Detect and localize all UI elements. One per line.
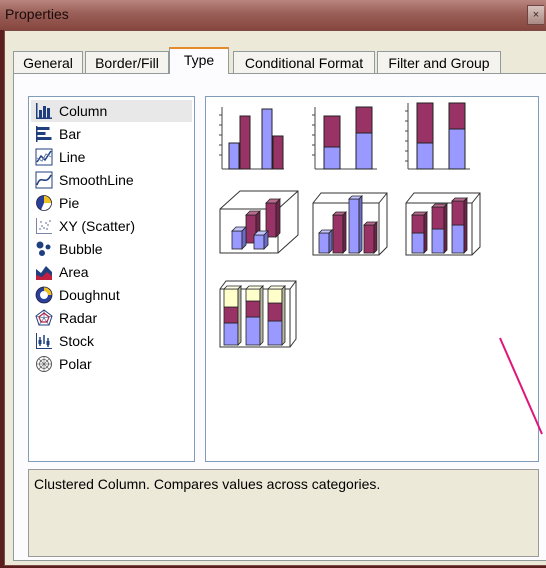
window-title: Properties [5,6,69,22]
radar-chart-icon [35,309,53,326]
smoothline-chart-icon [35,171,53,189]
stacked-column-3d-icon[interactable] [402,185,486,259]
tab-border-fill[interactable]: Border/Fill [85,51,169,73]
area-chart-icon [36,266,52,280]
stacked-column-icon[interactable] [309,101,379,173]
column-3d-icon[interactable] [309,185,393,259]
close-button[interactable]: × [527,5,544,25]
clustered-column-icon[interactable] [216,101,286,173]
chart-type-stock[interactable]: Stock [31,330,192,352]
line-chart-icon [35,148,53,166]
chart-type-label: XY (Scatter) [59,218,135,234]
chart-type-polar[interactable]: Polar [31,353,192,375]
chart-type-description: Clustered Column. Compares values across… [28,469,539,557]
tab-conditional-format[interactable]: Conditional Format [233,51,375,73]
chart-type-pie[interactable]: Pie [31,192,192,214]
chart-type-label: Bar [59,126,81,142]
chart-type-smoothline[interactable]: SmoothLine [31,169,192,191]
stock-chart-icon [36,333,52,349]
chart-type-list[interactable]: Column Bar Line SmoothLine Pie XY (Scatt… [28,96,195,462]
chart-subtype-gallery [205,96,539,462]
chart-type-column[interactable]: Column [31,100,192,122]
type-tab-panel: Column Bar Line SmoothLine Pie XY (Scatt… [13,73,546,561]
chart-type-label: SmoothLine [59,172,134,188]
pie-chart-icon [36,195,52,211]
description-text: Clustered Column. Compares values across… [34,476,381,492]
scatter-chart-icon [36,218,52,234]
chart-type-label: Polar [59,356,92,372]
properties-dialog: General Border/Fill Type Conditional For… [4,30,546,566]
column-chart-icon [36,103,52,119]
title-bar: Properties × [0,0,546,30]
chart-type-area[interactable]: Area [31,261,192,283]
polar-chart-icon [36,356,52,372]
tab-filter-and-group[interactable]: Filter and Group [377,51,501,73]
chart-type-line[interactable]: Line [31,146,192,168]
chart-type-doughnut[interactable]: Doughnut [31,284,192,306]
chart-type-label: Area [59,264,89,280]
tab-type[interactable]: Type [169,47,229,74]
percent-stacked-column-3d-icon[interactable] [216,277,300,351]
chart-type-label: Line [59,149,86,165]
chart-type-bar[interactable]: Bar [31,123,192,145]
chart-type-radar[interactable]: Radar [31,307,192,329]
clustered-column-3d-icon[interactable] [216,185,300,259]
chart-type-label: Stock [59,333,95,349]
bar-chart-icon [36,126,52,142]
chart-type-label: Doughnut [59,287,120,303]
percent-stacked-column-icon[interactable] [402,101,472,173]
chart-type-label: Radar [59,310,98,326]
bubble-chart-icon [36,241,51,256]
chart-type-label: Column [59,103,108,119]
tab-general[interactable]: General [13,51,83,73]
chart-type-bubble[interactable]: Bubble [31,238,192,260]
close-icon: × [532,9,540,21]
chart-type-xy-scatter[interactable]: XY (Scatter) [31,215,192,237]
chart-type-label: Pie [59,195,80,211]
chart-type-label: Bubble [59,241,103,257]
doughnut-chart-icon [35,286,53,304]
